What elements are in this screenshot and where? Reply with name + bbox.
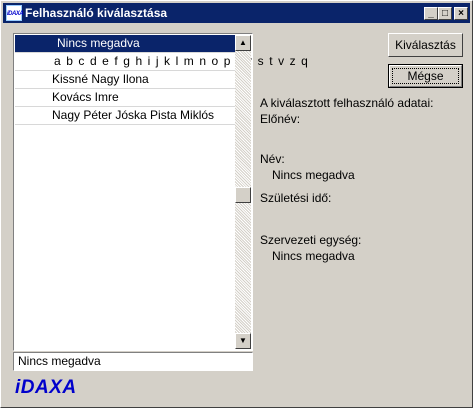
title-bar[interactable]: iDAXA Felhasználó kiválasztása _ □ × bbox=[3, 3, 470, 23]
select-button[interactable]: Kiválasztás bbox=[388, 33, 463, 57]
prefix-label: Előnév: bbox=[260, 112, 301, 126]
cancel-button[interactable]: Mégse bbox=[388, 64, 463, 88]
scroll-thumb[interactable] bbox=[235, 187, 251, 203]
list-item[interactable]: Kovács Imre bbox=[15, 89, 235, 107]
idaxa-logo: iDAXA bbox=[15, 377, 77, 398]
maximize-button[interactable]: □ bbox=[438, 7, 452, 20]
scroll-down-button[interactable]: ▼ bbox=[235, 333, 251, 349]
idaxa-app-icon: iDAXA bbox=[6, 5, 24, 21]
select-button-label: Kiválasztás bbox=[395, 38, 456, 52]
details-heading: A kiválasztott felhasználó adatai: bbox=[260, 96, 434, 110]
org-unit-label: Szervezeti egység: bbox=[260, 233, 362, 247]
list-scrollbar[interactable]: ▲ ▼ bbox=[235, 35, 251, 349]
cancel-button-label: Mégse bbox=[407, 69, 444, 83]
user-list-items: Nincs megadva a b c d e f g h i j k l m … bbox=[15, 35, 308, 125]
org-unit-value: Nincs megadva bbox=[272, 249, 355, 263]
name-value: Nincs megadva bbox=[272, 168, 355, 182]
user-listbox[interactable]: Nincs megadva a b c d e f g h i j k l m … bbox=[13, 33, 308, 351]
birth-date-label: Születési idő: bbox=[260, 191, 332, 205]
arrow-up-icon: ▲ bbox=[239, 38, 247, 47]
close-icon: × bbox=[458, 8, 464, 19]
list-item[interactable]: Nagy Péter Jóska Pista Miklós bbox=[15, 107, 235, 125]
scroll-up-button[interactable]: ▲ bbox=[235, 35, 251, 51]
window-title: Felhasználó kiválasztása bbox=[25, 6, 168, 20]
arrow-down-icon: ▼ bbox=[239, 336, 247, 345]
minimize-icon: _ bbox=[428, 8, 434, 19]
list-item[interactable]: Nincs megadva bbox=[15, 35, 235, 53]
close-button[interactable]: × bbox=[454, 7, 468, 20]
name-label: Név: bbox=[260, 152, 285, 166]
minimize-button[interactable]: _ bbox=[424, 7, 438, 20]
maximize-icon: □ bbox=[441, 8, 449, 19]
list-item[interactable]: Kissné Nagy Ilona bbox=[15, 71, 235, 89]
dialog-window: iDAXA Felhasználó kiválasztása _ □ × Nin… bbox=[0, 0, 473, 408]
list-item[interactable]: a b c d e f g h i j k l m n o p q r s t … bbox=[15, 53, 308, 71]
selected-user-field: Nincs megadva bbox=[13, 352, 253, 371]
